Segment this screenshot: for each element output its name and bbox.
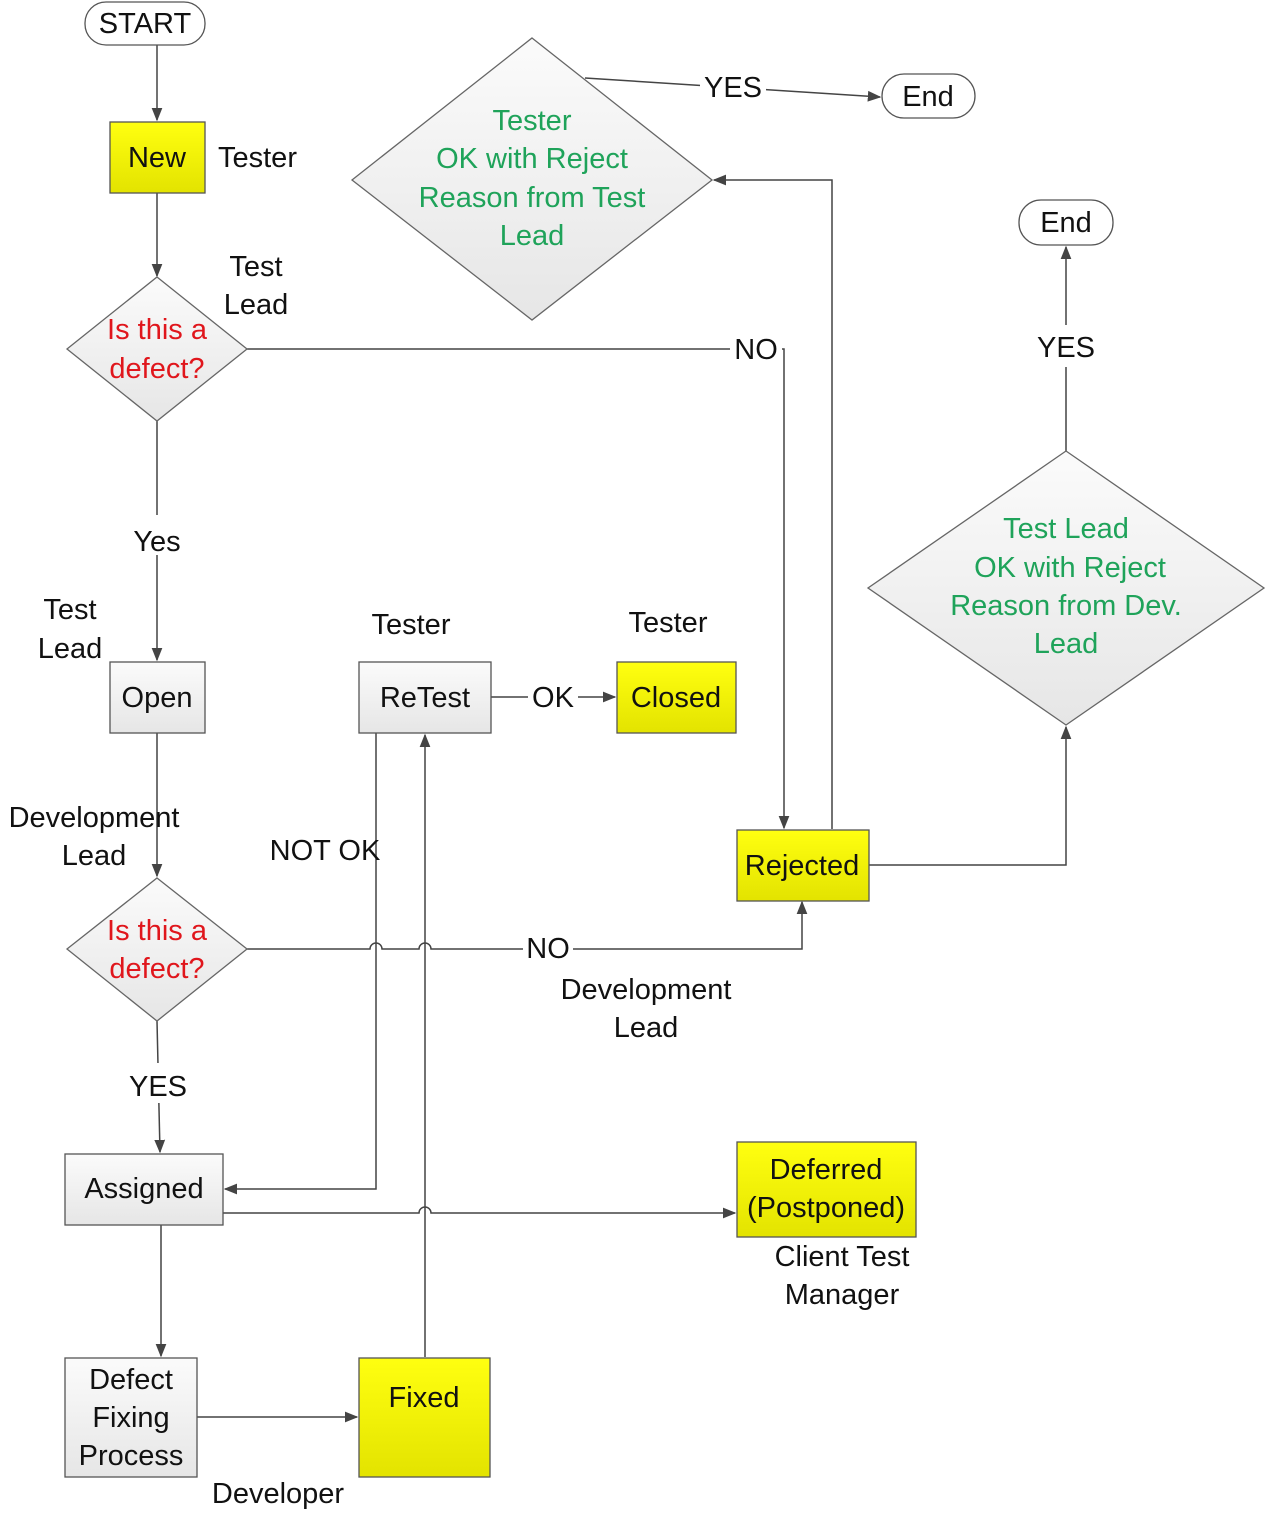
node-decision-tester-ok[interactable]: Tester OK with Reject Reason from Test L… <box>350 37 714 321</box>
node-decision-testlead-ok[interactable]: Test Lead OK with Reject Reason from Dev… <box>866 450 1266 726</box>
node-new[interactable]: New <box>109 121 206 194</box>
role-deferred-2: Manager <box>785 1279 900 1311</box>
decision-tester-ok-line-2: OK with Reject <box>436 143 628 175</box>
node-fixed[interactable]: Fixed <box>358 1357 491 1478</box>
defect-lifecycle-diagram: Yes NO YES NO OK NOT OK YES YES START Ne… <box>9 1 1266 1510</box>
edge-label-dev-lead-no: NO <box>526 933 570 965</box>
deferred-line-1: Deferred <box>770 1154 883 1186</box>
node-retest[interactable]: ReTest <box>358 661 492 734</box>
role-decision-test-lead-2: Lead <box>224 289 289 321</box>
edge-assigned-to-deferred <box>223 1206 737 1219</box>
role-rejected-2: Lead <box>614 1012 679 1044</box>
defect-fixing-line-3: Process <box>79 1440 184 1472</box>
edge-label-test-lead-no: NO <box>734 334 778 366</box>
deferred-line-2: (Postponed) <box>747 1192 905 1224</box>
node-assigned-label: Assigned <box>84 1173 203 1205</box>
role-new: Tester <box>218 142 297 174</box>
decision-testlead-ok-line-3: Reason from Dev. <box>950 590 1182 622</box>
edge-label-dev-lead-yes: YES <box>129 1071 187 1103</box>
decision-test-lead-line-1: Is this a <box>107 314 208 346</box>
node-end-top[interactable]: End <box>881 73 976 119</box>
decision-testlead-ok-line-1: Test Lead <box>1003 513 1129 545</box>
edge-label-retest-ok: OK <box>532 682 575 714</box>
node-new-label: New <box>128 142 187 174</box>
edge-retest-to-assigned <box>223 733 377 1195</box>
node-rejected-label: Rejected <box>745 850 859 882</box>
decision-tester-ok-line-3: Reason from Test <box>419 182 646 214</box>
node-end-right[interactable]: End <box>1018 199 1114 246</box>
node-assigned[interactable]: Assigned <box>64 1153 224 1226</box>
edge-decision-test-lead-to-rejected <box>247 348 790 830</box>
edge-label-tester-ok-yes: YES <box>704 72 762 104</box>
decision-dev-lead-line-2: defect? <box>109 953 204 985</box>
decision-dev-lead-line-1: Is this a <box>107 915 208 947</box>
defect-fixing-line-1: Defect <box>89 1364 173 1396</box>
role-open-2: Lead <box>38 633 103 665</box>
node-deferred[interactable]: Deferred (Postponed) <box>736 1141 917 1238</box>
role-decision-dev-lead-2: Lead <box>62 840 127 872</box>
role-fixed: Developer <box>212 1478 345 1510</box>
node-decision-dev-lead[interactable]: Is this a defect? <box>65 877 249 1022</box>
node-open[interactable]: Open <box>109 661 206 734</box>
role-retest: Tester <box>372 609 451 641</box>
node-open-label: Open <box>122 682 193 714</box>
node-rejected[interactable]: Rejected <box>736 829 870 902</box>
decision-test-lead-line-2: defect? <box>109 353 204 385</box>
node-start-label: START <box>99 8 192 40</box>
edge-rejected-to-decision-testlead-ok <box>869 725 1072 866</box>
edge-label-test-lead-yes: Yes <box>133 526 180 558</box>
node-start[interactable]: START <box>84 1 206 46</box>
edge-label-testlead-ok-yes: YES <box>1037 332 1095 364</box>
decision-tester-ok-line-1: Tester <box>493 105 572 137</box>
role-deferred-1: Client Test <box>775 1241 910 1273</box>
role-rejected-1: Development <box>561 974 732 1006</box>
edge-label-retest-not-ok: NOT OK <box>270 835 381 867</box>
role-decision-test-lead-1: Test <box>229 251 282 283</box>
node-end-top-label: End <box>902 81 954 113</box>
role-closed: Tester <box>629 607 708 639</box>
node-retest-label: ReTest <box>380 682 470 714</box>
node-decision-test-lead[interactable]: Is this a defect? <box>65 276 249 422</box>
node-defect-fixing[interactable]: Defect Fixing Process <box>64 1357 198 1478</box>
role-decision-dev-lead-1: Development <box>9 802 180 834</box>
decision-testlead-ok-line-2: OK with Reject <box>974 552 1166 584</box>
node-end-right-label: End <box>1040 207 1092 239</box>
node-closed-label: Closed <box>631 682 721 714</box>
role-open-1: Test <box>43 594 96 626</box>
node-fixed-label: Fixed <box>389 1382 460 1414</box>
decision-tester-ok-line-4: Lead <box>500 220 565 252</box>
decision-testlead-ok-line-4: Lead <box>1034 628 1099 660</box>
defect-fixing-line-2: Fixing <box>92 1402 169 1434</box>
node-closed[interactable]: Closed <box>616 661 737 734</box>
